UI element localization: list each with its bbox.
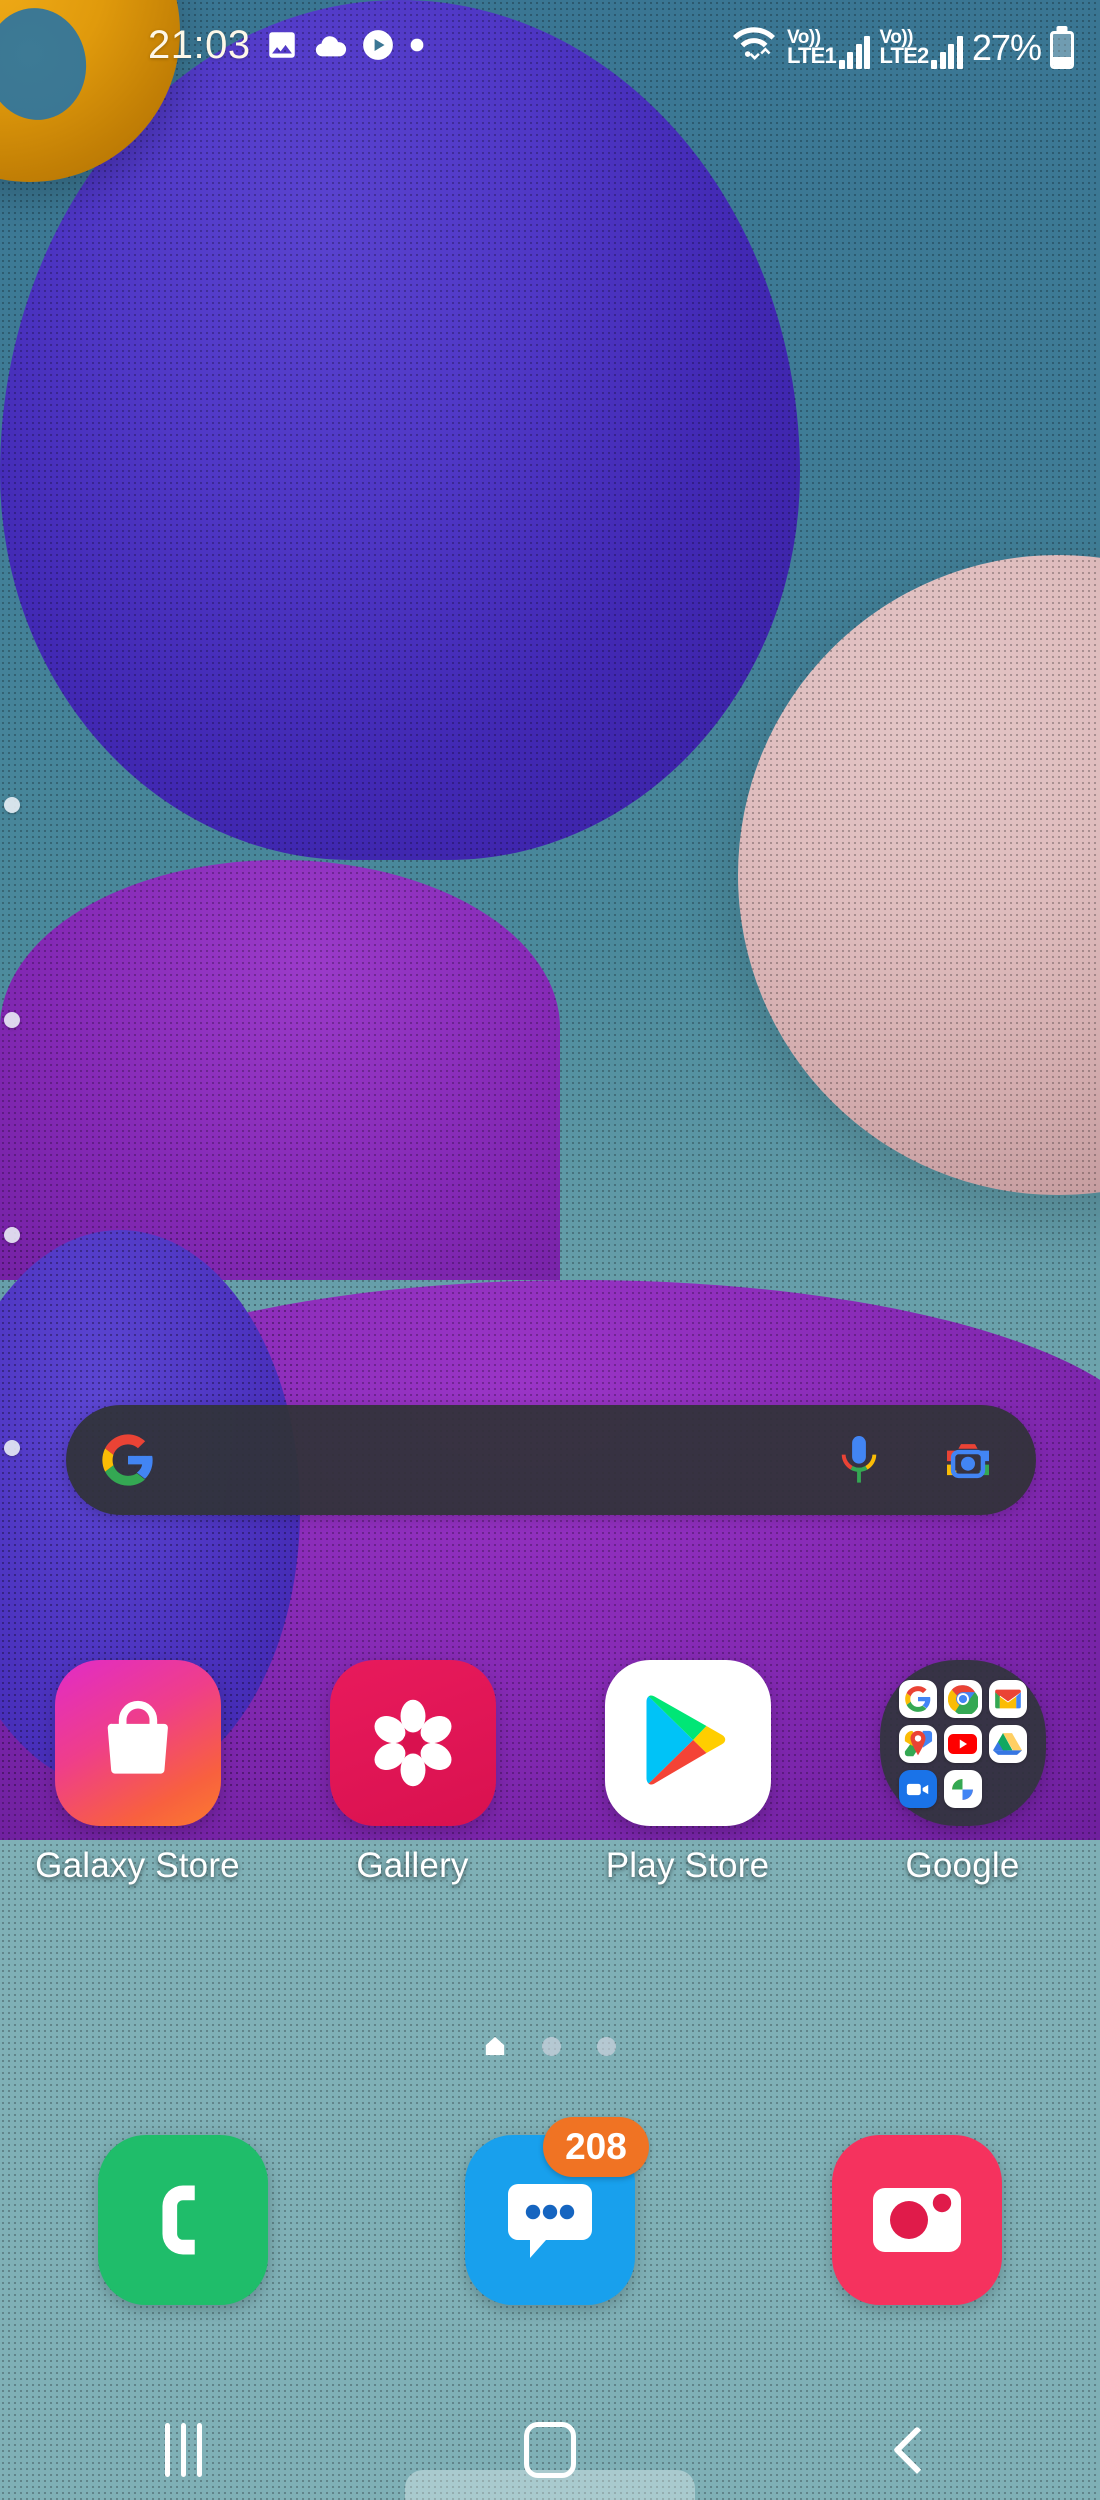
sim2-signal: Vo)) LTE2 <box>879 28 963 69</box>
status-bar-right: Vo)) LTE1 Vo)) LTE2 27% <box>730 22 1074 69</box>
google-icon <box>898 1680 937 1718</box>
wallpaper <box>0 0 1100 2500</box>
edge-panel-dot[interactable] <box>4 1227 20 1243</box>
app-label: Gallery <box>356 1846 469 1885</box>
youtube-icon <box>943 1725 982 1763</box>
search-input[interactable] <box>170 1405 822 1515</box>
home-icon[interactable] <box>484 2035 506 2057</box>
folder-icon[interactable] <box>879 1660 1046 1826</box>
back-button[interactable] <box>817 2400 1017 2500</box>
app-label: Galaxy Store <box>35 1846 240 1885</box>
play-triangle-icon[interactable] <box>604 1660 771 1826</box>
app-label: Google <box>905 1846 1020 1885</box>
google-search-bar[interactable] <box>66 1405 1036 1515</box>
gmail-icon <box>988 1680 1027 1718</box>
status-bar[interactable]: 21:03 Vo)) LTE1 Vo)) LTE2 27% <box>0 0 1100 90</box>
google-g-icon <box>100 1432 156 1488</box>
sim2-volte-bottom: LTE2 <box>879 43 929 69</box>
recents-button[interactable] <box>83 2400 283 2500</box>
photos-icon <box>943 1770 982 1808</box>
app-folder-google[interactable]: Google <box>853 1660 1073 1886</box>
edge-panel-dot[interactable] <box>4 1440 20 1456</box>
status-clock: 21:03 <box>148 22 251 67</box>
app-galaxy-store[interactable]: Galaxy Store <box>28 1660 248 1886</box>
phone-handset-icon[interactable] <box>98 2135 269 2305</box>
sim1-volte-label: Vo)) LTE1 <box>787 28 837 69</box>
app-label: Play Store <box>605 1846 770 1885</box>
wallpaper-pink-sphere <box>738 555 1100 1195</box>
status-bar-left: 21:03 <box>0 23 425 68</box>
app-play-store[interactable]: Play Store <box>578 1660 798 1886</box>
cloud-icon <box>313 31 347 59</box>
edge-panel-dot[interactable] <box>4 797 20 813</box>
page-dot[interactable] <box>597 2036 616 2056</box>
page-indicator <box>0 2035 1100 2057</box>
wallpaper-magenta-left <box>0 0 1100 2500</box>
dot-icon <box>409 37 425 53</box>
gesture-handle[interactable] <box>405 2470 695 2500</box>
edge-panel-dot[interactable] <box>4 1012 20 1028</box>
battery-icon <box>1050 30 1074 69</box>
back-chevron-icon[interactable] <box>892 2425 941 2475</box>
recents-icon[interactable] <box>164 2423 202 2477</box>
sim1-volte-bottom: LTE1 <box>787 43 837 69</box>
maps-icon <box>898 1725 937 1763</box>
flower-icon[interactable] <box>329 1660 496 1826</box>
messages-unread-badge: 208 <box>542 2117 649 2177</box>
shopping-bag-icon[interactable] <box>54 1660 221 1826</box>
app-gallery[interactable]: Gallery <box>303 1660 523 1886</box>
sim2-signal-bars <box>931 35 963 69</box>
page-dot[interactable] <box>542 2036 561 2056</box>
meet-icon <box>898 1770 937 1808</box>
sim1-signal-bars <box>838 35 871 69</box>
wifi-icon <box>730 22 778 69</box>
dock: 208 <box>0 2117 1100 2305</box>
camera-icon[interactable] <box>831 2135 1002 2305</box>
app-grid: Galaxy Store Gallery Play Store Google <box>0 1660 1100 1886</box>
play-circle-icon <box>361 28 395 62</box>
image-icon <box>265 28 299 62</box>
google-lens-icon[interactable] <box>940 1432 996 1488</box>
microphone-icon[interactable] <box>836 1433 882 1487</box>
drive-icon <box>988 1725 1027 1763</box>
dock-item-phone[interactable] <box>63 2135 303 2305</box>
speech-bubble-icon[interactable]: 208 <box>464 2117 649 2305</box>
chrome-icon <box>943 1680 982 1718</box>
battery-percent-label: 27% <box>971 26 1042 68</box>
dock-item-camera[interactable] <box>797 2135 1037 2305</box>
sim2-volte-label: Vo)) LTE2 <box>879 28 929 69</box>
sim1-signal: Vo)) LTE1 <box>787 28 871 69</box>
dock-item-messages[interactable]: 208 <box>430 2117 670 2305</box>
